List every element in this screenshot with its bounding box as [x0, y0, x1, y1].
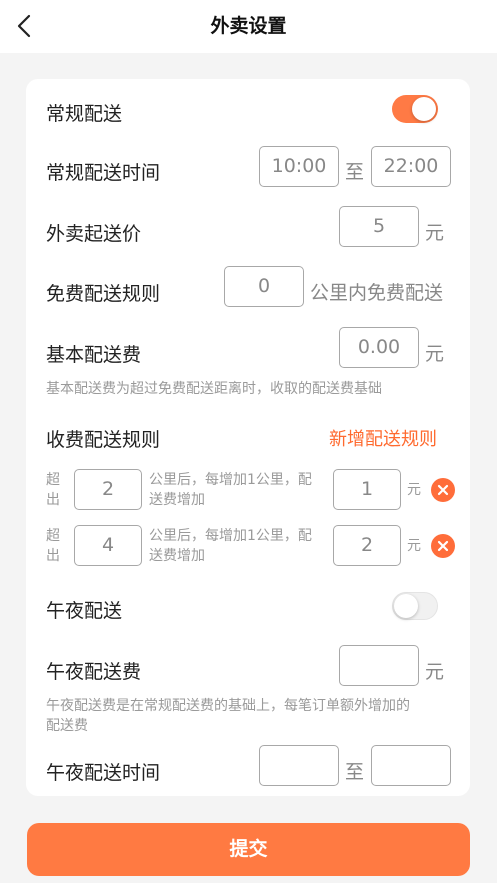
night-delivery-label: 午夜配送 — [46, 600, 123, 622]
rule-description: 公里后，每增加1公里，配 — [149, 528, 312, 544]
night-fee-hint: 午夜配送费是在常规配送费的基础上，每笔订单额外增加的 — [46, 698, 410, 714]
rule-unit: 元 — [407, 538, 421, 554]
add-fee-rule-button[interactable]: 新增配送规则 — [329, 425, 437, 451]
rule-unit: 元 — [407, 482, 421, 498]
rule-amount-input[interactable]: 1 — [333, 469, 401, 510]
toggle-knob — [394, 594, 418, 618]
free-rule-suffix: 公里内免费配送 — [310, 282, 444, 304]
regular-time-end-input[interactable]: 22:00 — [371, 146, 451, 187]
free-rule-label: 免费配送规则 — [46, 283, 161, 305]
regular-time-start-input[interactable]: 10:00 — [259, 146, 339, 187]
nav-bar: 外卖设置 — [0, 0, 497, 53]
night-time-label: 午夜配送时间 — [46, 762, 161, 784]
rule-description: 送费增加 — [149, 548, 205, 564]
submit-button[interactable]: 提交 — [27, 823, 470, 876]
base-fee-label: 基本配送费 — [46, 344, 142, 366]
fee-rules-label: 收费配送规则 — [46, 429, 161, 451]
night-time-start-input[interactable] — [259, 745, 339, 786]
free-distance-input[interactable]: 0 — [224, 266, 304, 307]
night-delivery-toggle[interactable] — [392, 592, 438, 620]
regular-delivery-toggle[interactable] — [392, 95, 438, 123]
base-fee-input[interactable]: 0.00 — [339, 327, 419, 368]
regular-delivery-label: 常规配送 — [46, 103, 123, 125]
night-fee-label: 午夜配送费 — [46, 661, 142, 683]
close-icon — [437, 484, 449, 496]
rule-prefix: 超 — [46, 528, 60, 544]
night-fee-hint: 配送费 — [46, 718, 88, 734]
rule-description: 送费增加 — [149, 492, 205, 508]
rule-prefix: 出 — [46, 492, 60, 508]
close-icon — [437, 540, 449, 552]
min-order-label: 外卖起送价 — [46, 223, 142, 245]
delete-rule-icon[interactable] — [431, 478, 455, 502]
time-separator: 至 — [345, 161, 365, 183]
delete-rule-icon[interactable] — [431, 534, 455, 558]
time-separator: 至 — [345, 761, 365, 783]
rule-distance-input[interactable]: 4 — [74, 525, 142, 566]
regular-time-label: 常规配送时间 — [46, 162, 161, 184]
night-time-end-input[interactable] — [371, 745, 451, 786]
rule-prefix: 出 — [46, 548, 60, 564]
settings-card: 常规配送 常规配送时间 10:00 至 22:00 外卖起送价 5 元 免费配送… — [26, 79, 470, 796]
page-title: 外卖设置 — [210, 15, 287, 37]
night-fee-unit: 元 — [425, 661, 445, 683]
min-order-input[interactable]: 5 — [339, 206, 419, 247]
base-fee-hint: 基本配送费为超过免费配送距离时，收取的配送费基础 — [46, 381, 382, 397]
night-fee-input[interactable] — [339, 645, 419, 686]
min-order-unit: 元 — [425, 222, 445, 244]
rule-amount-input[interactable]: 2 — [333, 525, 401, 566]
rule-prefix: 超 — [46, 472, 60, 488]
toggle-knob — [412, 97, 436, 121]
base-fee-unit: 元 — [425, 343, 445, 365]
rule-description: 公里后，每增加1公里，配 — [149, 472, 312, 488]
rule-distance-input[interactable]: 2 — [74, 469, 142, 510]
